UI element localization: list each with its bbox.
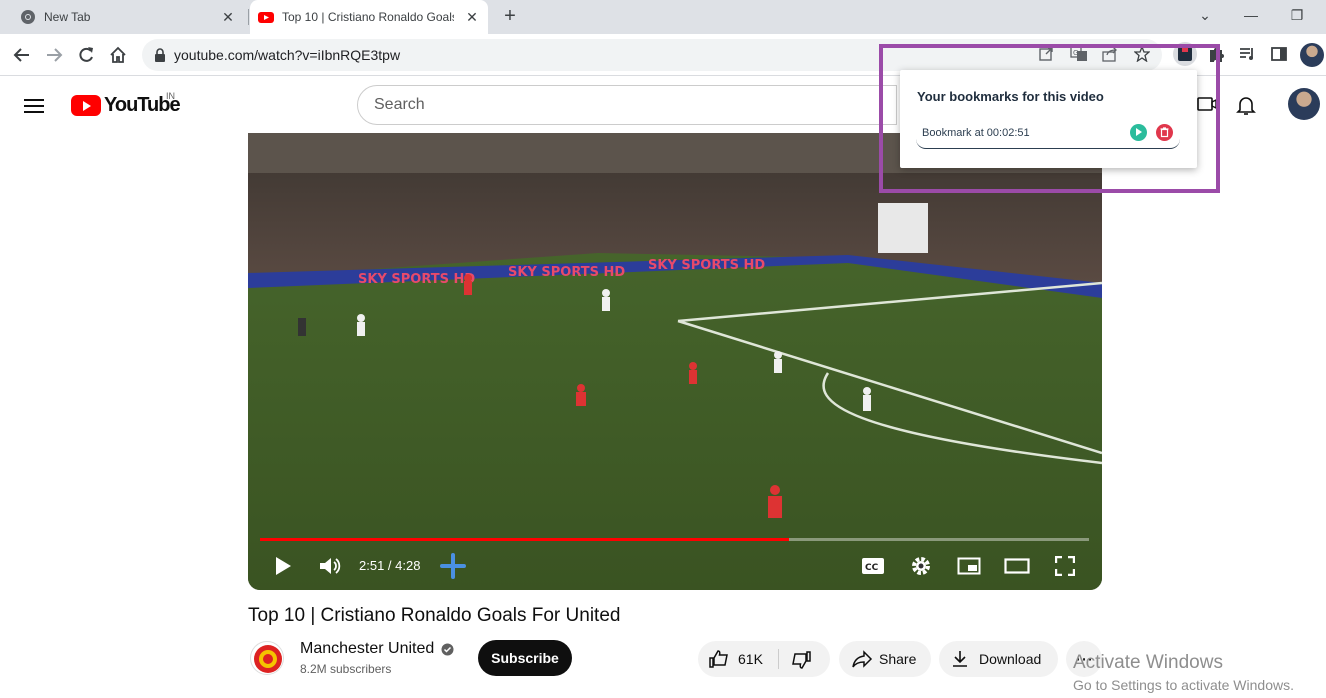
tab-divider — [248, 9, 249, 25]
svg-text:CC: CC — [865, 563, 879, 573]
channel-avatar[interactable] — [250, 641, 284, 675]
youtube-logo[interactable]: YouTube — [71, 94, 181, 117]
download-button[interactable]: Download — [939, 641, 1058, 677]
theater-mode-icon[interactable] — [1003, 553, 1031, 579]
video-frame: SKY SPORTS HD SKY SPORTS HD SKY SPORTS H… — [248, 133, 1102, 590]
tab-youtube[interactable]: Top 10 | Cristiano Ronaldo Goals ✕ — [250, 0, 488, 34]
close-tab-icon[interactable]: ✕ — [464, 9, 480, 25]
share-arrow-icon — [851, 650, 873, 671]
time-display: 2:51 / 4:28 — [359, 558, 421, 573]
subscribe-button[interactable]: Subscribe — [478, 640, 572, 676]
country-code: IN — [166, 91, 175, 101]
like-dislike-group: 61K — [698, 641, 830, 677]
side-panel-icon[interactable] — [1270, 45, 1290, 65]
lock-icon[interactable] — [154, 48, 166, 67]
tab-new-tab[interactable]: New Tab ✕ — [0, 0, 246, 34]
search-placeholder: Search — [374, 96, 425, 113]
menu-hamburger-icon[interactable] — [24, 95, 48, 115]
minimize-icon[interactable]: — — [1237, 4, 1265, 28]
youtube-play-icon — [71, 95, 101, 116]
new-tab-plus-icon[interactable]: + — [498, 5, 522, 29]
activate-windows-subtitle: Go to Settings to activate Windows. — [1073, 677, 1294, 693]
search-input[interactable]: Search — [357, 85, 897, 125]
tab-title: New Tab — [44, 10, 91, 24]
progress-bar[interactable] — [260, 538, 1089, 541]
add-bookmark-plus-icon[interactable] — [438, 553, 468, 579]
download-icon — [951, 650, 969, 671]
miniplayer-icon[interactable] — [955, 553, 983, 579]
like-divider — [778, 649, 779, 669]
thumbs-down-icon[interactable] — [790, 650, 812, 673]
download-label: Download — [979, 651, 1042, 667]
close-tab-icon[interactable]: ✕ — [220, 9, 236, 25]
video-player[interactable]: SKY SPORTS HD SKY SPORTS HD SKY SPORTS H… — [248, 133, 1102, 590]
back-arrow-icon[interactable] — [9, 42, 35, 68]
verified-check-icon — [441, 643, 454, 661]
settings-gear-icon[interactable] — [907, 553, 935, 579]
thumbs-up-icon[interactable] — [708, 649, 730, 672]
tab-strip: New Tab ✕ Top 10 | Cristiano Ronaldo Goa… — [0, 0, 1326, 34]
url-text[interactable]: youtube.com/watch?v=iIbnRQE3tpw — [174, 47, 400, 63]
ad-board-text: SKY SPORTS HD — [508, 265, 625, 280]
reading-list-icon[interactable] — [1238, 45, 1258, 65]
highlight-annotation-box — [879, 44, 1220, 193]
reload-icon[interactable] — [73, 42, 99, 68]
home-icon[interactable] — [105, 42, 131, 68]
tab-search-chevron-icon[interactable]: ⌄ — [1191, 4, 1219, 28]
subscriber-count: 8.2M subscribers — [300, 662, 392, 676]
progress-bar-played — [260, 538, 789, 541]
channel-name[interactable]: Manchester United — [300, 640, 434, 658]
profile-avatar[interactable] — [1300, 43, 1324, 67]
forward-arrow-icon[interactable] — [41, 42, 67, 68]
like-count[interactable]: 61K — [738, 651, 763, 667]
tab-title: Top 10 | Cristiano Ronaldo Goals — [282, 10, 454, 24]
volume-icon[interactable] — [316, 553, 344, 579]
notifications-bell-icon[interactable] — [1234, 93, 1258, 122]
ad-board-text: SKY SPORTS HD — [358, 272, 475, 287]
share-button[interactable]: Share — [839, 641, 931, 677]
ad-board-text: SKY SPORTS HD — [648, 258, 765, 273]
captions-icon[interactable]: CC — [859, 553, 887, 579]
video-title: Top 10 | Cristiano Ronaldo Goals For Uni… — [248, 605, 621, 626]
youtube-favicon — [258, 9, 274, 25]
restore-icon[interactable]: ❐ — [1283, 4, 1311, 28]
play-icon[interactable] — [270, 553, 296, 579]
account-avatar[interactable] — [1288, 88, 1320, 120]
fullscreen-icon[interactable] — [1051, 553, 1079, 579]
activate-windows-title: Activate Windows — [1073, 652, 1223, 673]
chrome-icon — [20, 9, 36, 25]
share-label: Share — [879, 651, 917, 667]
